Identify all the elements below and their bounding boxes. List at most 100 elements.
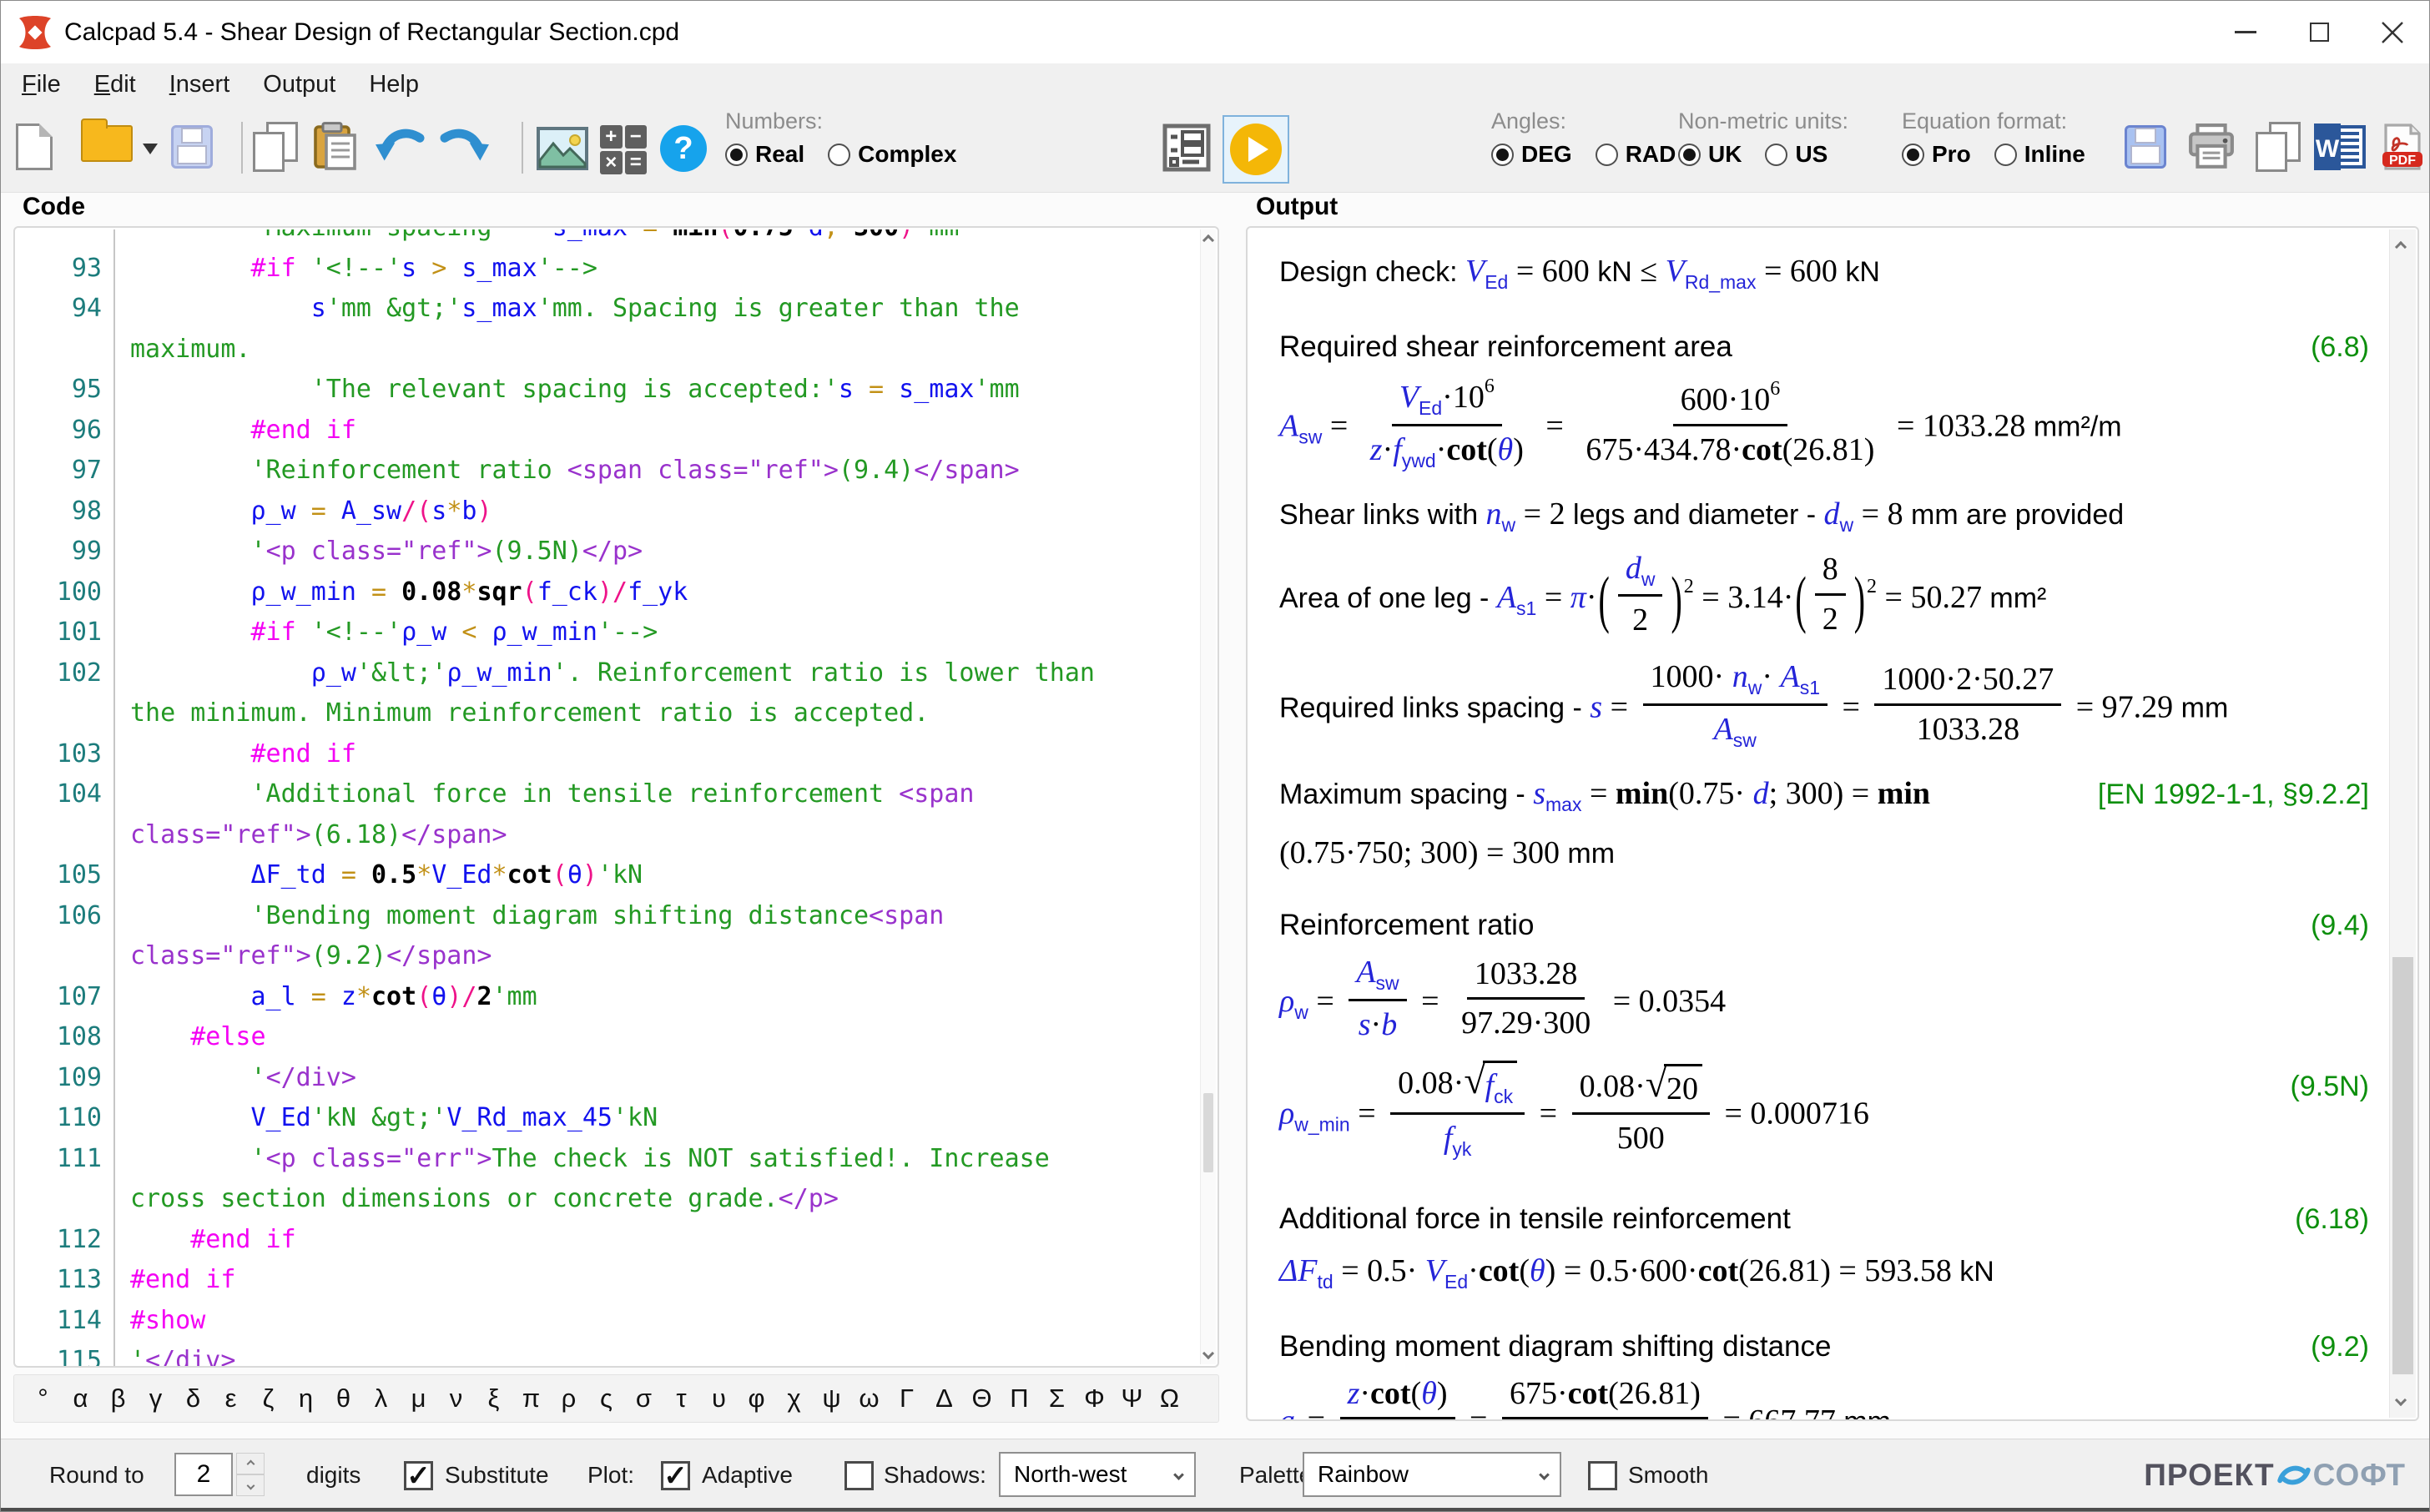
export-pdf-button[interactable]: PDF (2381, 123, 2424, 174)
code-line[interactable]: 100 ρ_w_min = 0.08*sqr(f_ck)/f_yk (15, 572, 1199, 613)
greek-symbol-button[interactable]: Γ (888, 1383, 925, 1414)
code-line[interactable]: 95 'The relevant spacing is accepted:'s … (15, 370, 1199, 411)
greek-symbol-button[interactable]: Φ (1076, 1383, 1113, 1414)
copy-button[interactable] (253, 122, 298, 172)
code-line[interactable]: 101 #if '<!--'ρ_w < ρ_w_min'--> (15, 612, 1199, 653)
greek-symbol-button[interactable]: χ (775, 1383, 813, 1414)
code-line[interactable]: 105 ΔF_td = 0.5*V_Ed*cot(θ)'kN (15, 855, 1199, 896)
code-lines[interactable]: 'Maximum spacing - 's_max = min(0.75*d; … (15, 229, 1199, 1366)
greek-symbol-button[interactable]: υ (700, 1383, 738, 1414)
open-dropdown-button[interactable] (143, 144, 158, 154)
menu-file[interactable]: File (22, 71, 61, 98)
code-scrollbar-thumb[interactable] (1203, 1093, 1213, 1172)
radio-deg[interactable]: DEG (1491, 141, 1572, 168)
round-to-stepper[interactable] (236, 1453, 265, 1496)
greek-symbol-button[interactable]: π (512, 1383, 550, 1414)
radio-uk[interactable]: UK (1678, 141, 1742, 168)
menu-output[interactable]: Output (263, 71, 335, 98)
insert-image-button[interactable] (537, 127, 588, 174)
greek-symbol-button[interactable]: Ψ (1113, 1383, 1151, 1414)
radio-inline[interactable]: Inline (1994, 141, 2085, 168)
code-line[interactable]: 98 ρ_w = A_sw/(s*b) (15, 491, 1199, 532)
code-line[interactable]: 108 #else (15, 1017, 1199, 1058)
scroll-down-icon[interactable] (1202, 1348, 1214, 1359)
greek-symbol-button[interactable]: μ (400, 1383, 437, 1414)
output-scrollbar-thumb[interactable] (2392, 957, 2413, 1374)
greek-symbol-button[interactable]: α (62, 1383, 99, 1414)
greek-symbol-button[interactable]: ν (437, 1383, 475, 1414)
help-button[interactable]: ? (660, 125, 707, 172)
code-line[interactable]: 103 #end if (15, 734, 1199, 775)
radio-complex[interactable]: Complex (828, 141, 956, 168)
greek-symbol-button[interactable]: λ (362, 1383, 400, 1414)
code-line[interactable]: 115'</div> (15, 1341, 1199, 1366)
run-button[interactable] (1223, 115, 1289, 184)
greek-symbol-button[interactable]: ρ (550, 1383, 587, 1414)
shadows-checkbox[interactable] (844, 1461, 874, 1490)
greek-symbol-button[interactable]: η (287, 1383, 325, 1414)
greek-symbol-button[interactable]: Ω (1151, 1383, 1188, 1414)
code-line[interactable]: 112 #end if (15, 1220, 1199, 1261)
menu-help[interactable]: Help (369, 71, 419, 98)
code-line[interactable]: 109 '</div> (15, 1058, 1199, 1099)
greek-symbol-button[interactable]: ψ (813, 1383, 850, 1414)
paste-button[interactable] (313, 122, 358, 174)
radio-real[interactable]: Real (725, 141, 804, 168)
print-button[interactable] (2187, 123, 2236, 176)
export-word-button[interactable]: W (2314, 123, 2367, 174)
scroll-up-icon[interactable] (2395, 241, 2407, 253)
code-line[interactable]: 111 '<p class="err">The check is NOT sat… (15, 1139, 1199, 1220)
code-line[interactable]: 93 #if '<!--'s > s_max'--> (15, 249, 1199, 290)
greek-symbol-button[interactable]: γ (137, 1383, 174, 1414)
close-button[interactable] (2356, 1, 2429, 63)
greek-symbol-button[interactable]: Σ (1038, 1383, 1076, 1414)
code-line[interactable]: 102 ρ_w'&lt;'ρ_w_min'. Reinforcement rat… (15, 653, 1199, 734)
greek-symbol-button[interactable]: ° (24, 1383, 62, 1414)
greek-symbol-button[interactable]: ζ (250, 1383, 287, 1414)
scroll-up-icon[interactable] (1202, 234, 1214, 246)
radio-us[interactable]: US (1765, 141, 1828, 168)
greek-symbol-button[interactable]: β (99, 1383, 137, 1414)
greek-symbol-button[interactable]: Π (1001, 1383, 1038, 1414)
code-line[interactable]: 97 'Reinforcement ratio <span class="ref… (15, 451, 1199, 491)
new-file-button[interactable] (16, 123, 53, 170)
redo-button[interactable] (436, 123, 492, 176)
palette-select[interactable]: Rainbow (1303, 1452, 1561, 1497)
greek-symbol-button[interactable]: σ (625, 1383, 663, 1414)
calculator-button[interactable]: +−×= (600, 125, 647, 172)
greek-symbol-button[interactable]: ω (850, 1383, 888, 1414)
code-line[interactable]: 96 #end if (15, 411, 1199, 451)
code-line[interactable]: 110 V_Ed'kN &gt;'V_Rd_max_45'kN (15, 1098, 1199, 1139)
radio-pro[interactable]: Pro (1902, 141, 1971, 168)
greek-symbol-button[interactable]: τ (663, 1383, 700, 1414)
greek-symbol-button[interactable]: ε (212, 1383, 250, 1414)
code-line[interactable]: 114#show (15, 1301, 1199, 1342)
minimize-button[interactable] (2209, 1, 2282, 63)
greek-symbol-button[interactable]: θ (325, 1383, 362, 1414)
stepper-up-button[interactable] (236, 1453, 265, 1474)
save-button[interactable] (171, 125, 213, 169)
scroll-down-icon[interactable] (2395, 1394, 2407, 1406)
greek-symbol-button[interactable]: δ (174, 1383, 212, 1414)
plot-direction-select[interactable]: North-west (999, 1452, 1196, 1497)
greek-symbol-button[interactable]: Θ (963, 1383, 1001, 1414)
save-output-button[interactable] (2125, 125, 2166, 169)
greek-symbol-button[interactable]: Δ (925, 1383, 963, 1414)
maximize-button[interactable] (2282, 1, 2356, 63)
code-line[interactable]: 94 s'mm &gt;'s_max'mm. Spacing is greate… (15, 289, 1199, 370)
greek-symbol-button[interactable]: ς (587, 1383, 625, 1414)
menu-edit[interactable]: Edit (94, 71, 136, 98)
radio-rad[interactable]: RAD (1596, 141, 1676, 168)
stepper-down-button[interactable] (236, 1474, 265, 1496)
code-scrollbar[interactable] (1200, 229, 1216, 1364)
code-line[interactable]: 99 '<p class="ref">(9.5N)</p> (15, 532, 1199, 572)
greek-symbol-button[interactable]: φ (738, 1383, 775, 1414)
smooth-checkbox[interactable] (1588, 1461, 1617, 1490)
code-line[interactable]: 107 a_l = z*cot(θ)/2'mm (15, 977, 1199, 1018)
code-editor[interactable]: 'Maximum spacing - 's_max = min(0.75*d; … (13, 226, 1219, 1368)
output-scrollbar[interactable] (2389, 229, 2416, 1418)
round-to-input[interactable]: 2 (174, 1453, 233, 1496)
code-line[interactable]: 'Maximum spacing - 's_max = min(0.75*d; … (15, 229, 1199, 249)
menu-insert[interactable]: Insert (169, 71, 230, 98)
substitute-checkbox[interactable]: ✓ (404, 1461, 433, 1490)
